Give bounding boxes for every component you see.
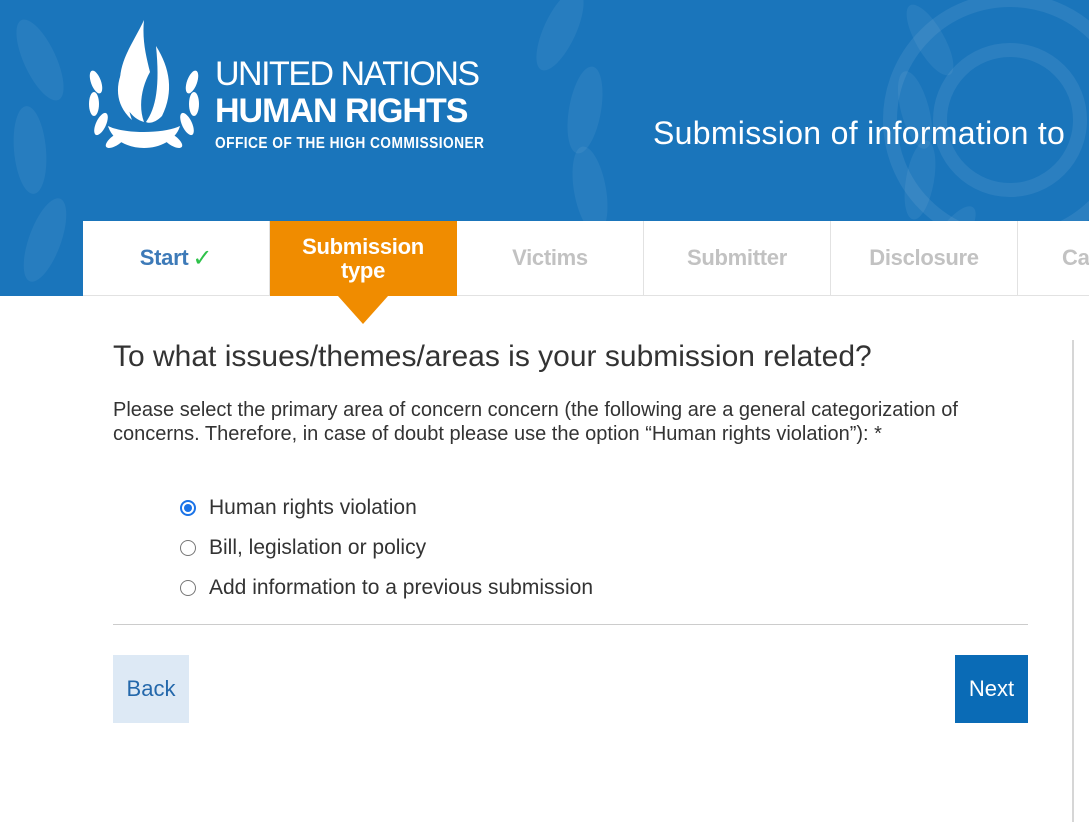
- option-label: Add information to a previous submission: [209, 576, 594, 599]
- radio-button-checked[interactable]: [180, 500, 196, 516]
- back-button[interactable]: Back: [113, 655, 189, 723]
- check-icon: ✓: [192, 244, 213, 272]
- form-divider: [113, 624, 1028, 625]
- step-submitter: Submitter: [644, 221, 831, 296]
- step-start[interactable]: Start ✓: [83, 221, 270, 296]
- option-label: Human rights violation: [209, 496, 417, 519]
- un-human-rights-logo[interactable]: UNITED NATIONS HUMAN RIGHTS OFFICE OF TH…: [84, 16, 504, 166]
- logo-line-human-rights: HUMAN RIGHTS: [215, 92, 468, 130]
- radio-button[interactable]: [180, 580, 196, 596]
- step-submission-type[interactable]: Submission type: [270, 221, 457, 296]
- step-truncated: Ca: [1018, 221, 1089, 296]
- next-button[interactable]: Next: [955, 655, 1028, 723]
- logo-line-office: OFFICE OF THE HIGH COMMISSIONER: [215, 135, 485, 152]
- step-progress-bar: Start ✓ Submission type Victims Submitte…: [83, 221, 1089, 296]
- active-step-pointer: [338, 296, 388, 324]
- logo-line-united-nations: UNITED NATIONS: [215, 55, 480, 93]
- option-add-information-previous[interactable]: Add information to a previous submission: [180, 568, 593, 608]
- logo-text: UNITED NATIONS HUMAN RIGHTS OFFICE OF TH…: [215, 56, 528, 156]
- option-label: Bill, legislation or policy: [209, 536, 427, 559]
- step-start-label: Start: [139, 245, 189, 270]
- page-title: Submission of information to: [653, 115, 1066, 151]
- step-victims-label: Victims: [512, 245, 588, 270]
- step-submitter-label: Submitter: [687, 245, 787, 270]
- flame-laurel-emblem-icon: [89, 20, 199, 149]
- step-victims: Victims: [457, 221, 644, 296]
- option-bill-legislation-policy[interactable]: Bill, legislation or policy: [180, 528, 593, 568]
- step-truncated-label: Ca: [1062, 245, 1089, 270]
- concern-radio-group: Human rights violation Bill, legislation…: [180, 488, 593, 608]
- step-disclosure-label: Disclosure: [869, 245, 979, 270]
- radio-button[interactable]: [180, 540, 196, 556]
- scrollbar[interactable]: [1072, 340, 1074, 822]
- step-disclosure: Disclosure: [831, 221, 1018, 296]
- question-instructions: Please select the primary area of concer…: [113, 399, 958, 445]
- step-submission-type-label-line1: Submission: [302, 233, 424, 259]
- step-submission-type-label-line2: type: [340, 257, 386, 283]
- option-human-rights-violation[interactable]: Human rights violation: [180, 488, 593, 528]
- question-heading: To what issues/themes/areas is your subm…: [113, 340, 872, 373]
